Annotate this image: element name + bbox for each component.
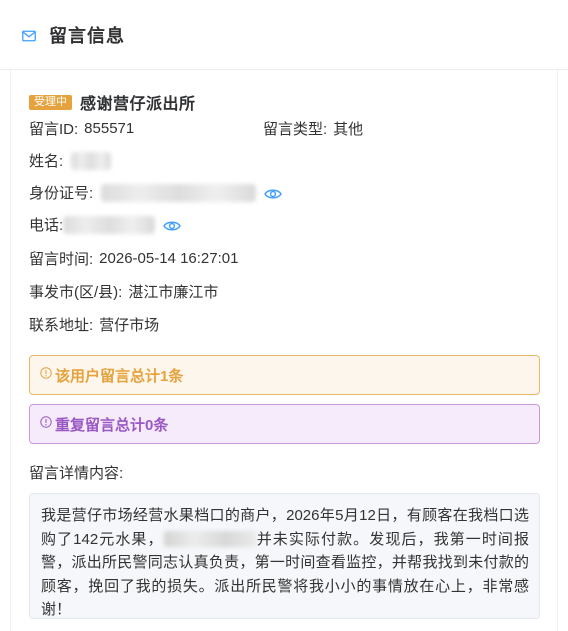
time-field: 留言时间: 2026-05-14 16:27:01 [29,248,238,269]
message-id-value: 855571 [84,120,135,137]
city-value: 湛江市廉江市 [128,284,219,301]
message-card: 受理中 感谢营仔派出所 留言ID: 855571 留言类型: 其他 姓名: 身份… [10,70,558,631]
page-header: 留言信息 [0,0,568,70]
detail-content: 我是营仔市场经营水果档口的商户，2026年5月12日，有顾客在我档口选购了142… [29,493,540,619]
duplicate-message-count-text: 重复留言总计0条 [55,416,169,434]
message-detail-page: 留言信息 受理中 感谢营仔派出所 留言ID: 855571 留言类型: 其他 姓… [0,0,568,631]
detail-masked-text [163,530,256,547]
message-type-value: 其他 [333,121,364,138]
name-field: 姓名: [29,150,112,171]
phone-field: 电话: [29,214,181,235]
duplicate-message-count-notice: 重复留言总计0条 [29,404,540,444]
user-message-count-text: 该用户留言总计1条 [55,367,184,385]
address-field: 联系地址: 营仔市场 [29,314,159,335]
phone-value-masked [63,215,156,234]
message-type-field: 留言类型: 其他 [263,118,363,139]
page-title: 留言信息 [49,25,125,46]
address-label: 联系地址: [29,317,94,334]
status-badge: 受理中 [29,94,72,110]
eye-icon[interactable] [163,219,181,231]
info-icon [40,415,52,428]
message-subject: 感谢营仔派出所 [80,96,196,113]
message-id-label: 留言ID: [29,121,79,138]
mail-icon [22,29,36,41]
phone-label: 电话: [29,217,64,234]
name-label: 姓名: [29,153,64,170]
time-label: 留言时间: [29,251,94,268]
info-icon [40,366,52,379]
idcard-field: 身份证号: [29,182,282,203]
message-type-label: 留言类型: [263,121,328,138]
user-message-count-notice: 该用户留言总计1条 [29,355,540,395]
time-value: 2026-05-14 16:27:01 [99,250,239,267]
eye-icon[interactable] [264,187,282,199]
city-field: 事发市(区/县): 湛江市廉江市 [29,281,218,302]
idcard-value-masked [101,183,257,202]
name-value-masked [71,151,112,170]
idcard-label: 身份证号: [29,185,94,202]
city-label: 事发市(区/县): [29,284,123,301]
subject-row: 受理中 感谢营仔派出所 [29,90,196,114]
address-value: 营仔市场 [99,317,160,334]
message-id-field: 留言ID: 855571 [29,118,134,139]
detail-label: 留言详情内容: [29,465,124,482]
